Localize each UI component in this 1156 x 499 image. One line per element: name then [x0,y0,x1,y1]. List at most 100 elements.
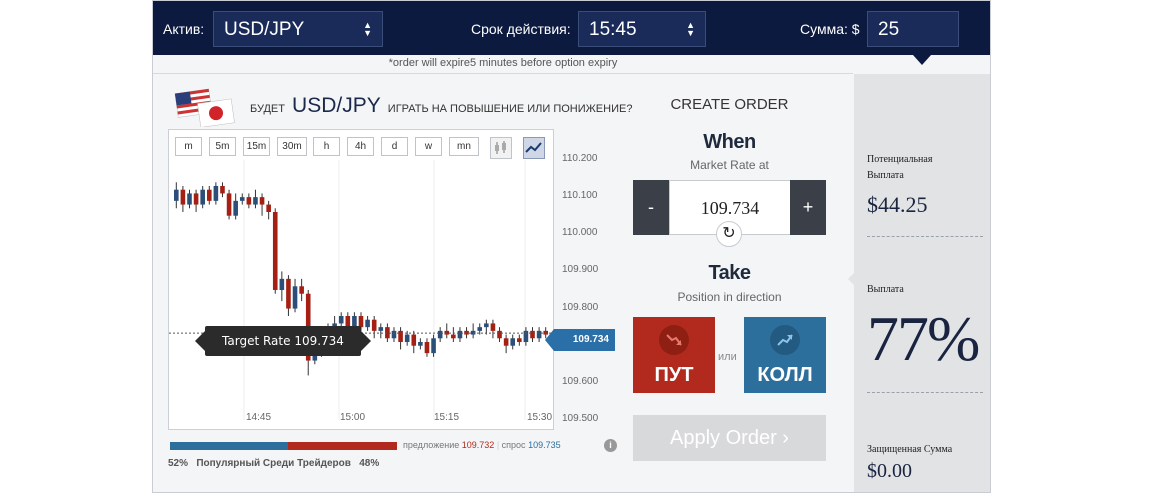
y-tick-label: 109.600 [562,375,599,387]
bid-value: 109.732 [461,440,495,450]
candle-body [536,330,542,339]
x-tick-label: 15:00 [340,412,366,423]
amount-input[interactable]: 25 [867,11,959,47]
payout-percent: 77% [867,303,980,374]
candle-body [530,330,535,339]
candle-body [206,189,212,201]
y-tick-label: 109.500 [562,413,599,424]
potential-payout-label: Потенциальная Выплата [867,154,933,181]
candle-body [418,342,423,346]
put-button[interactable]: ПУТ [633,317,715,393]
sentiment-text: 52% Популярный Среди Трейдеров 48% [168,458,380,469]
top-bar: Актив: USD/JPY ▲ ▼ Срок действия: 15:45 ▲… [153,1,990,55]
y-tick-label: 109.900 [562,264,599,276]
protected-amount-label: Защищенная Сумма [867,444,953,455]
candle-body [272,212,278,290]
topbar-caret [913,55,931,65]
usd-jpy-flags-icon [174,88,235,127]
candle-body [523,330,529,342]
candle-body [193,193,199,205]
expiry-value: 15:45 [589,19,637,40]
ask-value: 109.735 [528,440,561,450]
candle-body [437,330,443,339]
call-button[interactable]: КОЛЛ [744,317,826,393]
info-icon[interactable]: i [604,439,617,452]
when-subtitle: Market Rate at [690,158,769,172]
asset-select[interactable]: USD/JPY ▲ ▼ [213,11,383,47]
candle-body [371,319,377,331]
candle-body [226,193,232,216]
x-tick-label: 14:45 [246,412,272,423]
divider [867,392,983,393]
x-tick-label: 15:30 [527,412,553,423]
trading-widget: Актив: USD/JPY ▲ ▼ Срок действия: 15:45 ▲… [152,0,991,493]
candle-body [457,330,463,339]
put-label: ПУТ [654,364,694,386]
y-tick-label: 110.100 [562,190,598,202]
trend-up-icon [770,325,800,355]
expiry-label: Срок действия: [471,21,571,37]
panel-notch [848,273,854,285]
candle-body [484,323,489,328]
candle-body [378,327,384,331]
candle-body [338,316,344,324]
bid-label: предложение [403,440,460,450]
refresh-icon[interactable]: ↻ [716,221,742,247]
amount-label: Сумма: $ [800,21,860,37]
bid-ask: предложение 109.732 | спрос 109.735 [403,440,561,450]
price-chart[interactable]: m 5m 15m 30m h 4h d w mn [168,129,555,430]
select-arrows-icon: ▲ ▼ [686,20,695,38]
expiry-note: *order will expire5 minutes before optio… [388,57,618,69]
headline-asset: USD/JPY [292,94,381,117]
candle-body [292,286,298,309]
headline-suffix: ИГРАТЬ НА ПОВЫШЕНИЕ ИЛИ ПОНИЖЕНИЕ? [387,103,633,115]
sentiment-bar [170,442,397,450]
protected-amount-value: $0.00 [867,460,912,482]
ask-label: спрос [501,440,526,450]
candle-body [411,334,417,346]
rate-increase-button[interactable]: + [790,180,826,235]
candle-body [187,193,192,205]
candle-body [497,330,502,339]
payout-label: Выплата [867,284,904,295]
candle-body [431,338,436,354]
trend-down-icon [659,325,689,355]
candle-body [517,338,522,342]
candle-body [213,186,219,201]
candle-body [510,338,516,346]
candle-body [424,342,430,354]
when-title: When [703,131,756,153]
candle-body [246,197,252,205]
candle-body [253,197,258,205]
asset-value: USD/JPY [224,19,305,40]
candle-body [259,197,265,205]
put-sentiment-fill [288,442,397,450]
y-tick-label: 110.200 [562,153,598,164]
headline-prefix: БУДЕТ [250,103,285,115]
y-tick-label: 109.800 [562,301,599,313]
candle-body [266,204,271,212]
candle-body [299,286,304,294]
candle-body [365,319,370,328]
candle-body [398,330,403,342]
candle-body [220,186,225,194]
apply-order-button[interactable]: Apply Order › [633,415,826,461]
candle-body [200,189,205,205]
target-rate-label[interactable]: Target Rate 109.734 [195,326,371,356]
candle-body [279,278,285,290]
candle-body [173,189,179,201]
candle-body [180,189,186,205]
expiry-select[interactable]: 15:45 ▲ ▼ [578,11,706,47]
candle-body [239,197,245,201]
take-subtitle: Position in direction [677,290,782,304]
candle-body [451,334,456,339]
call-label: КОЛЛ [757,364,813,386]
rate-decrease-button[interactable]: - [633,180,669,235]
asset-label: Актив: [163,21,205,37]
candle-body [490,323,496,331]
take-title: Take [708,262,751,284]
candle-body [477,327,483,331]
divider [867,236,983,237]
current-rate-tag: 109.734 [545,329,615,351]
create-order-title: CREATE ORDER [670,96,789,113]
